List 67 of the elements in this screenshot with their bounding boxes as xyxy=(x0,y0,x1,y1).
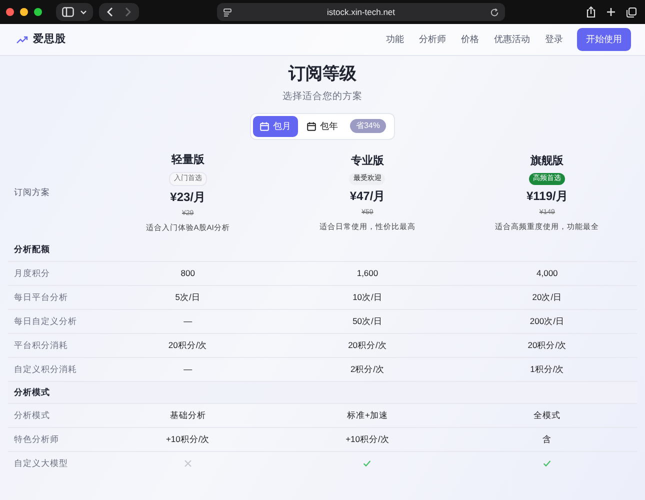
row-label: 分析模式 xyxy=(13,408,51,422)
table-cell: 10次/日 xyxy=(352,292,382,302)
minimize-window-dot[interactable] xyxy=(20,8,28,16)
table-cell: +10积分/次 xyxy=(346,434,390,444)
page-icon xyxy=(223,8,232,16)
address-bar[interactable]: istock.xin-tech.net xyxy=(217,3,505,21)
table-cell: 2积分/次 xyxy=(350,364,385,374)
table-cell: — xyxy=(184,364,192,374)
share-icon[interactable] xyxy=(586,6,596,18)
new-tab-icon[interactable] xyxy=(606,7,616,17)
table-cell: 200次/日 xyxy=(530,316,564,326)
row-label: 特色分析师 xyxy=(13,432,60,446)
nav-link[interactable]: 优惠活动 xyxy=(494,32,530,46)
table-cell: 50次/日 xyxy=(352,316,382,326)
row-label: 月度积分 xyxy=(13,266,51,280)
zoom-window-dot[interactable] xyxy=(34,8,42,16)
row-label: 平台积分消耗 xyxy=(13,338,69,352)
plan-name: 专业版 xyxy=(350,154,385,170)
table-cell: 20积分/次 xyxy=(528,340,567,350)
section-title: 分析模式 xyxy=(14,386,50,399)
reload-icon[interactable] xyxy=(490,8,499,16)
table-cell: 20次/日 xyxy=(532,292,562,302)
discount-badge: 省34% xyxy=(350,119,386,134)
plan-price: ¥23/月 xyxy=(169,190,206,205)
nav-link[interactable]: 功能 xyxy=(386,32,404,46)
chevron-down-icon xyxy=(80,10,87,14)
tabs-overview-icon[interactable] xyxy=(626,6,637,18)
table-cell: 全模式 xyxy=(534,410,561,420)
section-title: 分析配额 xyxy=(14,243,50,256)
plan-price: ¥119/月 xyxy=(525,189,569,204)
billing-tab[interactable]: 包年 xyxy=(300,116,345,138)
nav-link[interactable]: 登录 xyxy=(545,32,563,46)
table-cell: — xyxy=(184,316,192,326)
table-cell: 标准+加速 xyxy=(347,410,388,420)
plan-name: 轻量版 xyxy=(170,152,206,168)
billing-tab[interactable]: 包月 xyxy=(252,116,298,138)
back-icon[interactable] xyxy=(107,7,113,17)
nav-link[interactable]: 价格 xyxy=(461,32,479,46)
table-cell: 基础分析 xyxy=(170,410,206,420)
row-label: 自定义积分消耗 xyxy=(13,362,78,376)
get-started-button[interactable]: 开始使用 xyxy=(577,28,631,52)
row-label: 每日平台分析 xyxy=(13,290,69,304)
page-title: 订阅等级 xyxy=(287,64,358,84)
page-subtitle: 选择适合您的方案 xyxy=(282,90,364,104)
table-cell: 1,600 xyxy=(356,268,378,278)
close-window-dot[interactable] xyxy=(6,8,14,16)
plan-name: 旗舰版 xyxy=(529,154,565,170)
table-cell: 5次/日 xyxy=(175,292,200,302)
table-cell: 800 xyxy=(180,268,195,278)
table-cell: 含 xyxy=(542,434,552,444)
row-label: 订阅方案 xyxy=(13,186,51,199)
table-cell: +10积分/次 xyxy=(166,434,210,444)
trend-up-icon xyxy=(16,36,28,44)
plan-price: ¥47/月 xyxy=(348,189,386,204)
url-text: istock.xin-tech.net xyxy=(326,6,396,18)
sidebar-button[interactable] xyxy=(56,3,93,21)
table-cell: 20积分/次 xyxy=(168,340,208,350)
row-label: 每日自定义分析 xyxy=(13,314,78,328)
table-cell: 1积分/次 xyxy=(530,364,564,374)
nav-link[interactable]: 分析师 xyxy=(419,32,446,46)
table-cell: 4,000 xyxy=(536,268,558,278)
calendar-icon xyxy=(260,122,269,131)
table-cell: 20积分/次 xyxy=(348,340,387,350)
brand-name[interactable]: 爱思股 xyxy=(33,32,66,48)
calendar-icon xyxy=(306,122,316,131)
sidebar-icon xyxy=(62,7,74,17)
row-label: 自定义大模型 xyxy=(13,456,69,470)
